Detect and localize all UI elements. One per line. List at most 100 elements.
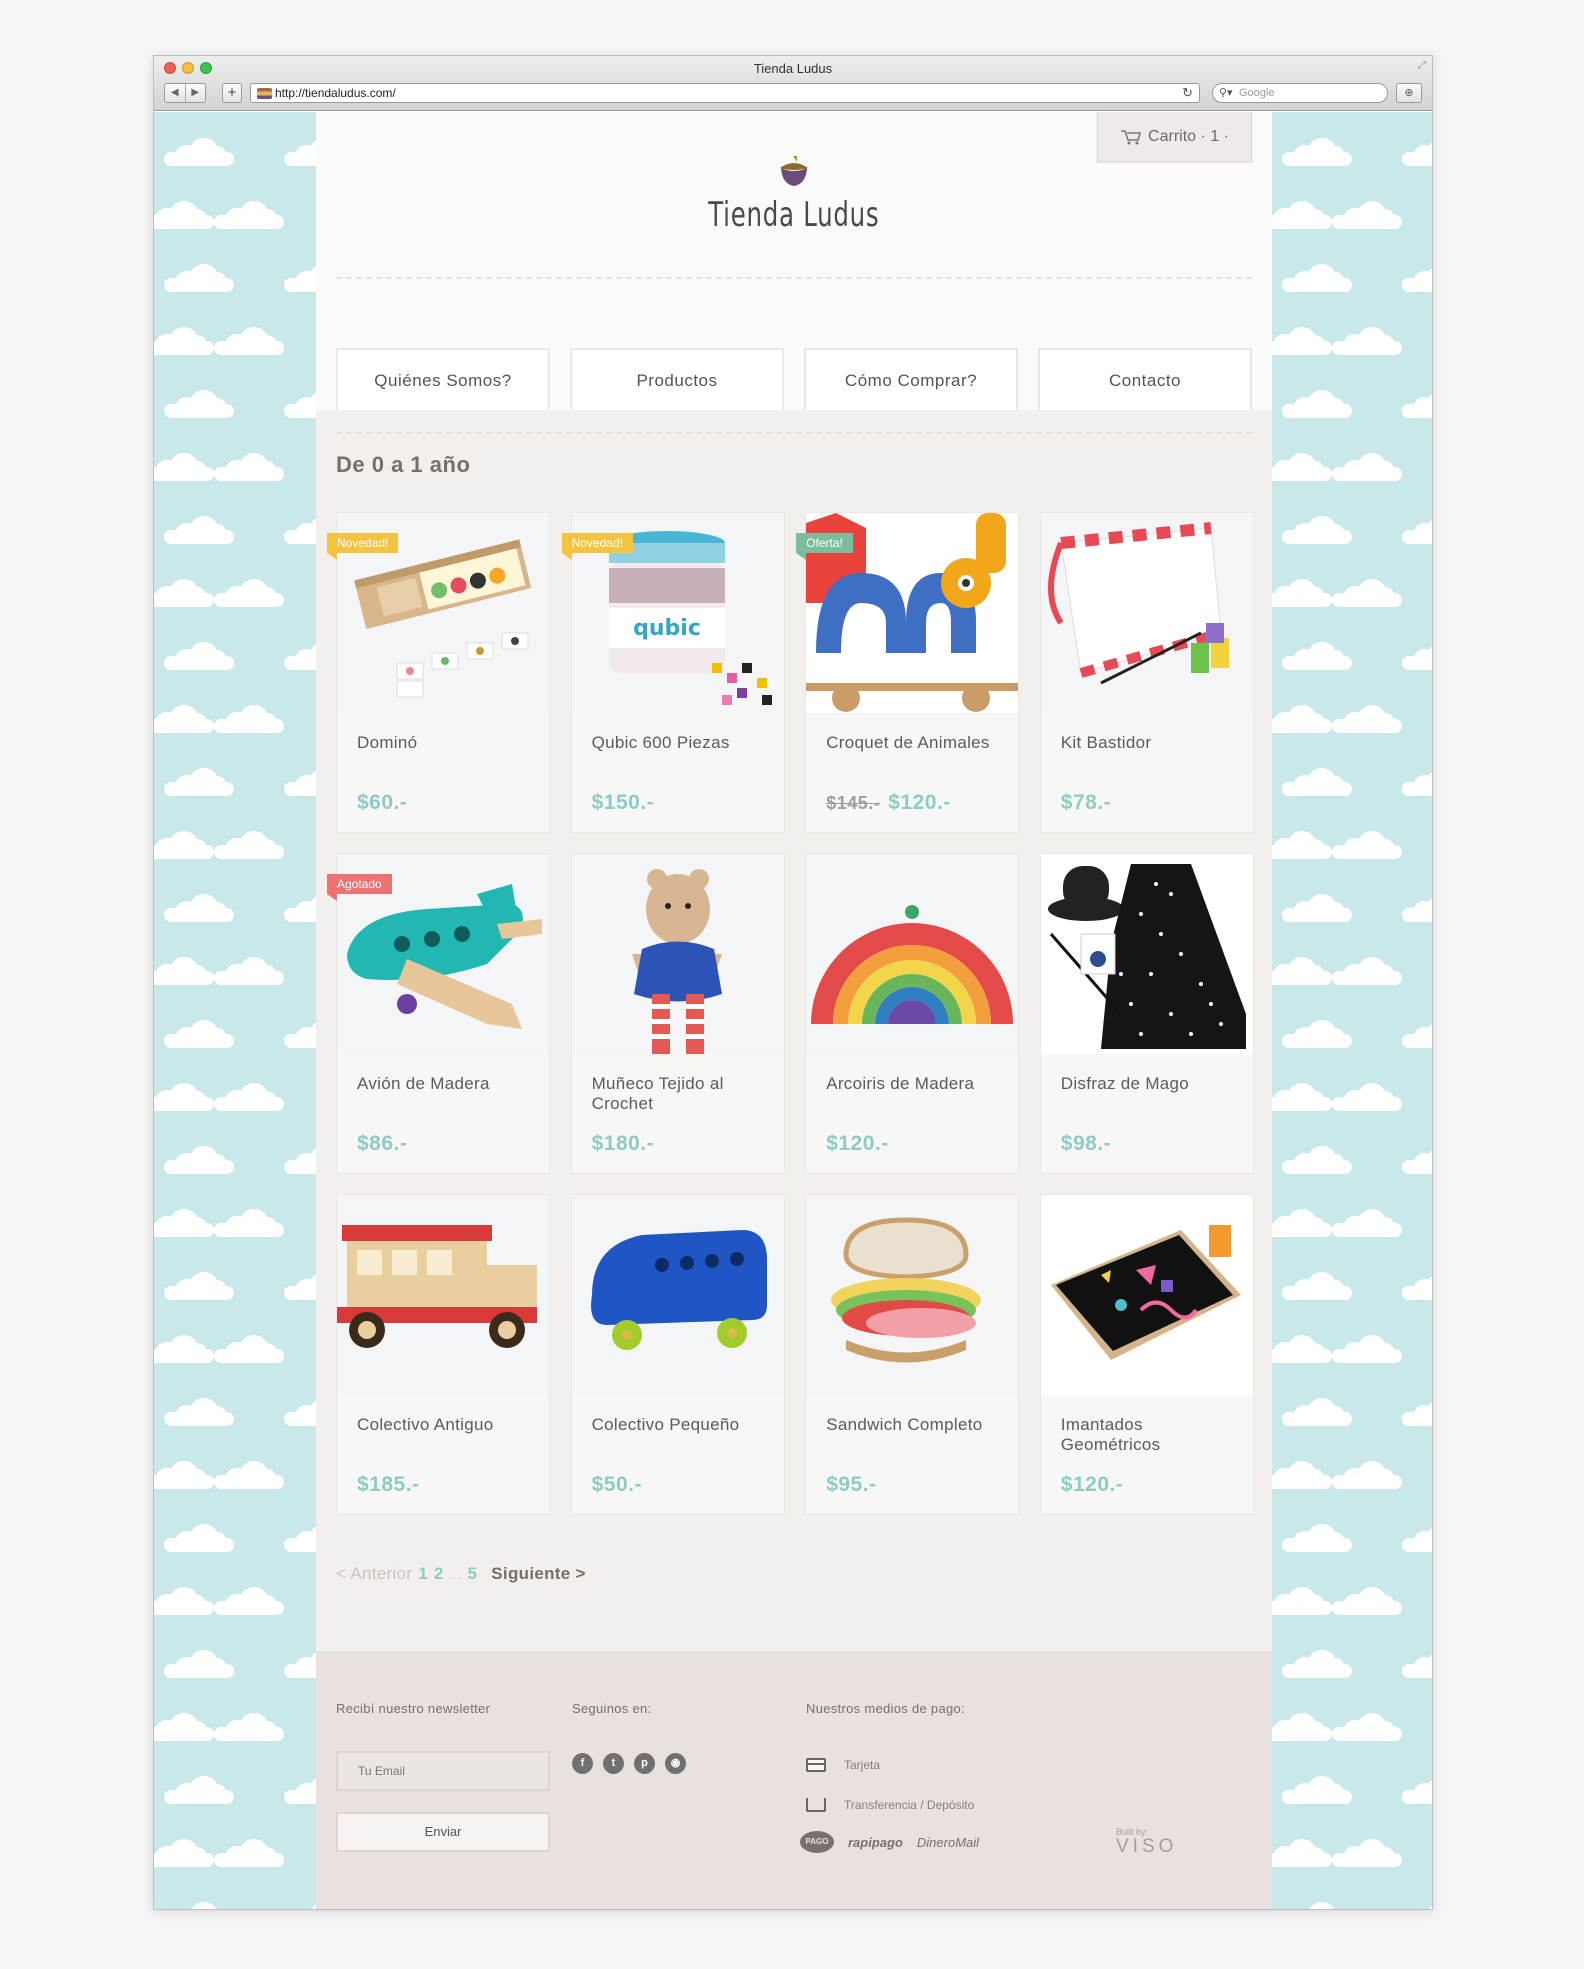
product-name[interactable]: Croquet de Animales [826, 733, 1006, 753]
cloud-icon [164, 1776, 234, 1804]
nav-como-comprar[interactable]: Cómo Comprar? [804, 348, 1018, 410]
twitter-icon[interactable]: t [603, 1753, 624, 1774]
product-name[interactable]: Dominó [357, 733, 537, 753]
cloud-icon [154, 831, 214, 859]
pagination-page[interactable]: 1 [418, 1564, 428, 1584]
product-image[interactable] [1040, 513, 1253, 713]
cloud-icon [1272, 201, 1332, 229]
cloud-icon [214, 705, 284, 733]
site-logo[interactable]: Tienda Ludus [316, 154, 1272, 235]
product-card[interactable]: Disfraz de Mago $98.- [1039, 853, 1254, 1174]
product-image[interactable] [337, 1195, 549, 1395]
product-card[interactable]: Muñeco Tejido al Crochet $180.- [570, 853, 785, 1174]
search-input[interactable]: ⚲▾ Google [1212, 83, 1388, 103]
reload-icon[interactable]: ↻ [1182, 84, 1193, 102]
cloud-icon [164, 1398, 234, 1426]
dineromail-logo: DineroMail [916, 1834, 980, 1850]
product-image[interactable] [571, 1195, 784, 1395]
product-card[interactable]: Oferta! Croquet de Animales $145.- $120.… [796, 512, 1020, 833]
cloud-icon [154, 1083, 214, 1111]
product-image[interactable] [571, 854, 784, 1054]
product-current-price: $60.- [357, 791, 408, 814]
cloud-icon [284, 390, 316, 418]
product-current-price: $150.- [591, 791, 655, 814]
address-bar[interactable]: http://tiendaludus.com/ ↻ [250, 83, 1200, 103]
cloud-background-left [154, 112, 316, 1909]
cloud-icon [1402, 1902, 1432, 1909]
pago-facil-logo: PAGO [800, 1831, 834, 1853]
product-card[interactable]: Arcoiris de Madera $120.- [805, 853, 1020, 1174]
product-card[interactable]: Colectivo Pequeño $50.- [570, 1194, 785, 1515]
product-card[interactable]: Sandwich Completo $95.- [805, 1194, 1020, 1515]
product-image[interactable] [1040, 854, 1253, 1054]
cloud-icon [1282, 390, 1352, 418]
nav-productos[interactable]: Productos [570, 348, 784, 410]
cloud-icon [284, 138, 316, 166]
built-by[interactable]: Built by: VISO [1116, 1827, 1177, 1857]
product-image[interactable] [1040, 1195, 1253, 1395]
downloads-icon[interactable]: ⊕ [1396, 83, 1422, 103]
product-name[interactable]: Colectivo Antiguo [357, 1415, 537, 1435]
cloud-icon [1332, 327, 1402, 355]
product-image[interactable] [806, 1195, 1019, 1395]
pinterest-icon[interactable]: p [634, 1753, 655, 1774]
fullscreen-icon[interactable]: ⤢ [1418, 60, 1426, 71]
product-current-price: $185.- [357, 1473, 420, 1496]
product-name[interactable]: Avión de Madera [357, 1074, 537, 1094]
product-price: $185.- [357, 1473, 420, 1497]
nav-contacto[interactable]: Contacto [1038, 348, 1252, 410]
cloud-icon [1402, 1776, 1432, 1804]
url-text: http://tiendaludus.com/ [275, 86, 396, 100]
product-name[interactable]: Imantados Geométricos [1061, 1415, 1241, 1455]
product-name[interactable]: Disfraz de Mago [1061, 1074, 1241, 1094]
cloud-icon [214, 1335, 284, 1363]
cloud-icon [1332, 831, 1402, 859]
facebook-icon[interactable]: f [572, 1753, 593, 1774]
product-card[interactable]: Kit Bastidor $78.- [1039, 512, 1254, 833]
social-title: Seguinos en: [572, 1701, 652, 1716]
kit-bastidor-image [1040, 513, 1253, 713]
product-name[interactable]: Muñeco Tejido al Crochet [592, 1074, 772, 1114]
cloud-icon [1332, 705, 1402, 733]
cloud-icon [1272, 327, 1332, 355]
product-name[interactable]: Qubic 600 Piezas [592, 733, 772, 753]
product-current-price: $180.- [591, 1132, 655, 1155]
product-name[interactable]: Kit Bastidor [1061, 733, 1241, 753]
pagination-prev[interactable]: < Anterior [336, 1564, 412, 1584]
newsletter-email-input[interactable] [336, 1751, 550, 1791]
favicon-icon [257, 87, 272, 99]
cloud-icon [154, 957, 214, 985]
pagination-page[interactable]: 2 [434, 1564, 444, 1584]
product-card[interactable]: Imantados Geométricos $120.- [1039, 1194, 1254, 1515]
product-name[interactable]: Arcoiris de Madera [826, 1074, 1006, 1094]
cloud-icon [284, 1524, 316, 1552]
cloud-icon [284, 1398, 316, 1426]
new-tab-button[interactable]: + [222, 83, 242, 103]
product-image[interactable] [806, 854, 1019, 1054]
cloud-icon [1402, 1524, 1432, 1552]
cloud-icon [1282, 138, 1352, 166]
product-name[interactable]: Colectivo Pequeño [592, 1415, 772, 1435]
cloud-icon [1332, 201, 1402, 229]
rss-icon[interactable]: ◉ [665, 1753, 686, 1774]
browser-toolbar: Tienda Ludus ◀ ▶ + http://tiendaludus.co… [154, 56, 1432, 111]
pagination-ellipsis: ... [449, 1567, 462, 1582]
back-icon[interactable]: ◀ [165, 84, 185, 102]
cloud-icon [1282, 516, 1352, 544]
cloud-icon [154, 201, 214, 229]
product-name[interactable]: Sandwich Completo [826, 1415, 1006, 1435]
nav-quienes-somos[interactable]: Quiénes Somos? [336, 348, 550, 410]
forward-icon[interactable]: ▶ [184, 84, 206, 102]
newsletter-title: Recibí nuestro newsletter [336, 1701, 491, 1716]
payment-card-row: Tarjeta [806, 1758, 880, 1772]
pagination-page[interactable]: 5 [468, 1564, 478, 1584]
product-card[interactable]: Colectivo Antiguo $185.- [336, 1194, 550, 1515]
product-card[interactable]: Novedad! qubic Qubic 600 Piezas $150.- [561, 512, 785, 833]
pagination-next[interactable]: Siguiente > [491, 1564, 585, 1584]
product-badge: Novedad! [327, 533, 399, 560]
product-card[interactable]: Agotado Avión de Madera $86.- [327, 853, 550, 1174]
newsletter-send-button[interactable]: Enviar [336, 1812, 550, 1852]
transfer-icon [806, 1798, 826, 1812]
product-card[interactable]: Novedad! Dominó $60.- [327, 512, 550, 833]
credit-card-icon [806, 1758, 826, 1772]
